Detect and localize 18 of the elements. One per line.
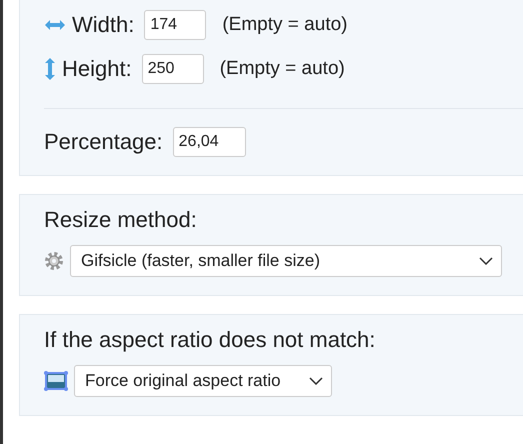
section-title: Resize method: (44, 207, 198, 233)
percentage-label: Percentage: (44, 129, 163, 155)
section-title: If the aspect ratio does not match: (44, 327, 376, 353)
percentage-field[interactable]: 26,04 (172, 127, 246, 157)
chevron-icon (309, 377, 323, 385)
aspect-ratio-dropdown[interactable]: Force original aspect ratio (74, 365, 332, 397)
horizontal-arrow-icon (44, 19, 66, 31)
dimension-label: Width: (72, 12, 134, 38)
hint-text: (Empty = auto) (222, 14, 348, 36)
chevron-icon (479, 257, 493, 265)
dimension-field[interactable]: 250 (142, 54, 204, 84)
hint-text: (Empty = auto) (220, 58, 345, 80)
image-frame-icon (44, 371, 68, 391)
vertical-arrow-icon (44, 57, 56, 81)
dimension-field[interactable]: 174 (144, 10, 206, 40)
gear-icon (44, 251, 64, 271)
dimension-label: Height: (62, 56, 132, 82)
resize-method-dropdown[interactable]: Gifsicle (faster, smaller file size) (70, 245, 502, 277)
